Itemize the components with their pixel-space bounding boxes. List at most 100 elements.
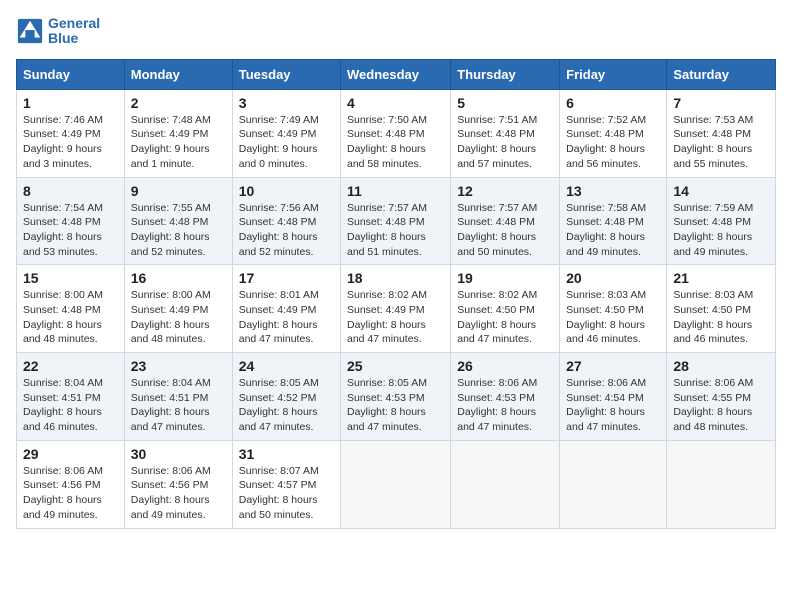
calendar-cell: 16 Sunrise: 8:00 AMSunset: 4:49 PMDayligh…	[124, 265, 232, 353]
cell-content: Sunrise: 8:02 AMSunset: 4:49 PMDaylight:…	[347, 288, 444, 347]
cell-content: Sunrise: 7:55 AMSunset: 4:48 PMDaylight:…	[131, 201, 226, 260]
cell-content: Sunrise: 8:04 AMSunset: 4:51 PMDaylight:…	[23, 376, 118, 435]
day-number: 25	[347, 358, 444, 374]
day-number: 22	[23, 358, 118, 374]
calendar-cell: 1 Sunrise: 7:46 AMSunset: 4:49 PMDaylight…	[17, 89, 125, 177]
cell-content: Sunrise: 8:07 AMSunset: 4:57 PMDaylight:…	[239, 464, 334, 523]
cell-content: Sunrise: 8:06 AMSunset: 4:53 PMDaylight:…	[457, 376, 553, 435]
cell-content: Sunrise: 7:56 AMSunset: 4:48 PMDaylight:…	[239, 201, 334, 260]
day-number: 10	[239, 183, 334, 199]
cell-content: Sunrise: 8:06 AMSunset: 4:56 PMDaylight:…	[131, 464, 226, 523]
calendar-cell: 15 Sunrise: 8:00 AMSunset: 4:48 PMDayligh…	[17, 265, 125, 353]
calendar-cell: 7Sunrise: 7:53 AMSunset: 4:48 PMDaylight…	[667, 89, 776, 177]
col-header-sunday: Sunday	[17, 59, 125, 89]
day-number: 21	[673, 270, 769, 286]
cell-content: Sunrise: 8:02 AMSunset: 4:50 PMDaylight:…	[457, 288, 553, 347]
day-number: 19	[457, 270, 553, 286]
col-header-tuesday: Tuesday	[232, 59, 340, 89]
day-number: 28	[673, 358, 769, 374]
day-number: 1	[23, 95, 118, 111]
day-number: 15	[23, 270, 118, 286]
calendar-cell: 8Sunrise: 7:54 AMSunset: 4:48 PMDaylight…	[17, 177, 125, 265]
calendar-cell: 10 Sunrise: 7:56 AMSunset: 4:48 PMDayligh…	[232, 177, 340, 265]
calendar-cell: 14 Sunrise: 7:59 AMSunset: 4:48 PMDayligh…	[667, 177, 776, 265]
calendar-cell	[560, 440, 667, 528]
col-header-thursday: Thursday	[451, 59, 560, 89]
calendar-cell	[667, 440, 776, 528]
day-number: 29	[23, 446, 118, 462]
calendar-cell: 11 Sunrise: 7:57 AMSunset: 4:48 PMDayligh…	[341, 177, 451, 265]
cell-content: Sunrise: 8:00 AMSunset: 4:48 PMDaylight:…	[23, 288, 118, 347]
calendar-cell: 26 Sunrise: 8:06 AMSunset: 4:53 PMDayligh…	[451, 353, 560, 441]
calendar-cell: 3 Sunrise: 7:49 AMSunset: 4:49 PMDaylight…	[232, 89, 340, 177]
col-header-saturday: Saturday	[667, 59, 776, 89]
logo-icon	[16, 17, 44, 45]
cell-content: Sunrise: 7:48 AMSunset: 4:49 PMDaylight:…	[131, 113, 226, 172]
cell-content: Sunrise: 8:06 AMSunset: 4:54 PMDaylight:…	[566, 376, 660, 435]
cell-content: Sunrise: 8:03 AMSunset: 4:50 PMDaylight:…	[566, 288, 660, 347]
calendar-week-row: 29 Sunrise: 8:06 AMSunset: 4:56 PMDayligh…	[17, 440, 776, 528]
calendar-cell: 17Sunrise: 8:01 AMSunset: 4:49 PMDayligh…	[232, 265, 340, 353]
calendar-cell: 19 Sunrise: 8:02 AMSunset: 4:50 PMDayligh…	[451, 265, 560, 353]
calendar-header-row: SundayMondayTuesdayWednesdayThursdayFrid…	[17, 59, 776, 89]
calendar-cell: 31 Sunrise: 8:07 AMSunset: 4:57 PMDayligh…	[232, 440, 340, 528]
cell-content: Sunrise: 7:51 AMSunset: 4:48 PMDaylight:…	[457, 113, 553, 172]
calendar-week-row: 8Sunrise: 7:54 AMSunset: 4:48 PMDaylight…	[17, 177, 776, 265]
day-number: 11	[347, 183, 444, 199]
day-number: 16	[131, 270, 226, 286]
day-number: 2	[131, 95, 226, 111]
cell-content: Sunrise: 8:05 AMSunset: 4:53 PMDaylight:…	[347, 376, 444, 435]
cell-content: Sunrise: 7:49 AMSunset: 4:49 PMDaylight:…	[239, 113, 334, 172]
cell-content: Sunrise: 7:57 AMSunset: 4:48 PMDaylight:…	[347, 201, 444, 260]
logo: General Blue	[16, 16, 100, 47]
day-number: 12	[457, 183, 553, 199]
calendar-week-row: 1 Sunrise: 7:46 AMSunset: 4:49 PMDaylight…	[17, 89, 776, 177]
calendar-cell: 23Sunrise: 8:04 AMSunset: 4:51 PMDayligh…	[124, 353, 232, 441]
cell-content: Sunrise: 7:59 AMSunset: 4:48 PMDaylight:…	[673, 201, 769, 260]
calendar-cell: 29 Sunrise: 8:06 AMSunset: 4:56 PMDayligh…	[17, 440, 125, 528]
col-header-wednesday: Wednesday	[341, 59, 451, 89]
day-number: 20	[566, 270, 660, 286]
calendar-cell: 20 Sunrise: 8:03 AMSunset: 4:50 PMDayligh…	[560, 265, 667, 353]
cell-content: Sunrise: 7:57 AMSunset: 4:48 PMDaylight:…	[457, 201, 553, 260]
calendar-cell: 25 Sunrise: 8:05 AMSunset: 4:53 PMDayligh…	[341, 353, 451, 441]
day-number: 31	[239, 446, 334, 462]
calendar-cell: 30Sunrise: 8:06 AMSunset: 4:56 PMDayligh…	[124, 440, 232, 528]
calendar-cell: 6Sunrise: 7:52 AMSunset: 4:48 PMDaylight…	[560, 89, 667, 177]
cell-content: Sunrise: 7:50 AMSunset: 4:48 PMDaylight:…	[347, 113, 444, 172]
page-header: General Blue	[16, 16, 776, 47]
calendar-cell: 13Sunrise: 7:58 AMSunset: 4:48 PMDayligh…	[560, 177, 667, 265]
calendar-cell: 2 Sunrise: 7:48 AMSunset: 4:49 PMDaylight…	[124, 89, 232, 177]
calendar-cell: 22 Sunrise: 8:04 AMSunset: 4:51 PMDayligh…	[17, 353, 125, 441]
calendar-cell: 21 Sunrise: 8:03 AMSunset: 4:50 PMDayligh…	[667, 265, 776, 353]
calendar-cell: 12 Sunrise: 7:57 AMSunset: 4:48 PMDayligh…	[451, 177, 560, 265]
day-number: 3	[239, 95, 334, 111]
day-number: 7	[673, 95, 769, 111]
calendar-cell: 18 Sunrise: 8:02 AMSunset: 4:49 PMDayligh…	[341, 265, 451, 353]
cell-content: Sunrise: 7:46 AMSunset: 4:49 PMDaylight:…	[23, 113, 118, 172]
col-header-monday: Monday	[124, 59, 232, 89]
cell-content: Sunrise: 8:05 AMSunset: 4:52 PMDaylight:…	[239, 376, 334, 435]
day-number: 9	[131, 183, 226, 199]
col-header-friday: Friday	[560, 59, 667, 89]
cell-content: Sunrise: 8:06 AMSunset: 4:55 PMDaylight:…	[673, 376, 769, 435]
cell-content: Sunrise: 8:03 AMSunset: 4:50 PMDaylight:…	[673, 288, 769, 347]
cell-content: Sunrise: 7:58 AMSunset: 4:48 PMDaylight:…	[566, 201, 660, 260]
cell-content: Sunrise: 8:06 AMSunset: 4:56 PMDaylight:…	[23, 464, 118, 523]
calendar-cell: 28 Sunrise: 8:06 AMSunset: 4:55 PMDayligh…	[667, 353, 776, 441]
calendar-cell: 27Sunrise: 8:06 AMSunset: 4:54 PMDayligh…	[560, 353, 667, 441]
calendar-week-row: 22 Sunrise: 8:04 AMSunset: 4:51 PMDayligh…	[17, 353, 776, 441]
day-number: 8	[23, 183, 118, 199]
day-number: 18	[347, 270, 444, 286]
day-number: 23	[131, 358, 226, 374]
day-number: 4	[347, 95, 444, 111]
calendar-cell: 9 Sunrise: 7:55 AMSunset: 4:48 PMDaylight…	[124, 177, 232, 265]
day-number: 26	[457, 358, 553, 374]
cell-content: Sunrise: 8:00 AMSunset: 4:49 PMDaylight:…	[131, 288, 226, 347]
calendar-cell	[451, 440, 560, 528]
day-number: 6	[566, 95, 660, 111]
day-number: 5	[457, 95, 553, 111]
day-number: 14	[673, 183, 769, 199]
calendar-week-row: 15 Sunrise: 8:00 AMSunset: 4:48 PMDayligh…	[17, 265, 776, 353]
calendar-table: SundayMondayTuesdayWednesdayThursdayFrid…	[16, 59, 776, 529]
